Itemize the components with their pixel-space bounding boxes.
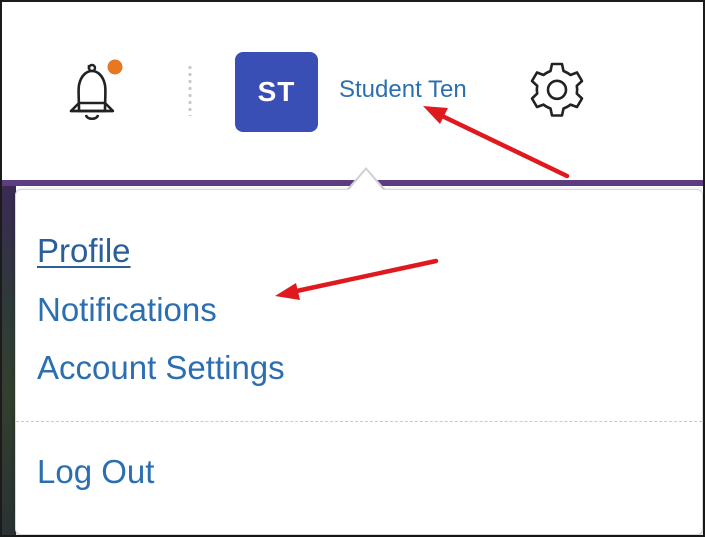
gear-icon[interactable] (524, 58, 590, 124)
bell-icon[interactable] (59, 57, 125, 127)
menu-caret-fill (348, 170, 384, 191)
user-menu: Profile Notifications Account Settings L… (15, 189, 703, 535)
menu-item-notifications[interactable]: Notifications (37, 291, 217, 329)
menu-separator (16, 421, 702, 422)
header-divider (188, 64, 192, 116)
menu-item-account-settings[interactable]: Account Settings (37, 349, 285, 387)
avatar[interactable]: ST (235, 52, 318, 132)
avatar-initials: ST (257, 76, 296, 107)
menu-item-log-out[interactable]: Log Out (37, 453, 154, 491)
user-name-link[interactable]: Student Ten (339, 76, 467, 104)
notification-badge (107, 59, 123, 75)
page-background (2, 180, 16, 535)
menu-item-profile[interactable]: Profile (37, 232, 131, 270)
top-header: ST Student Ten (2, 2, 703, 180)
